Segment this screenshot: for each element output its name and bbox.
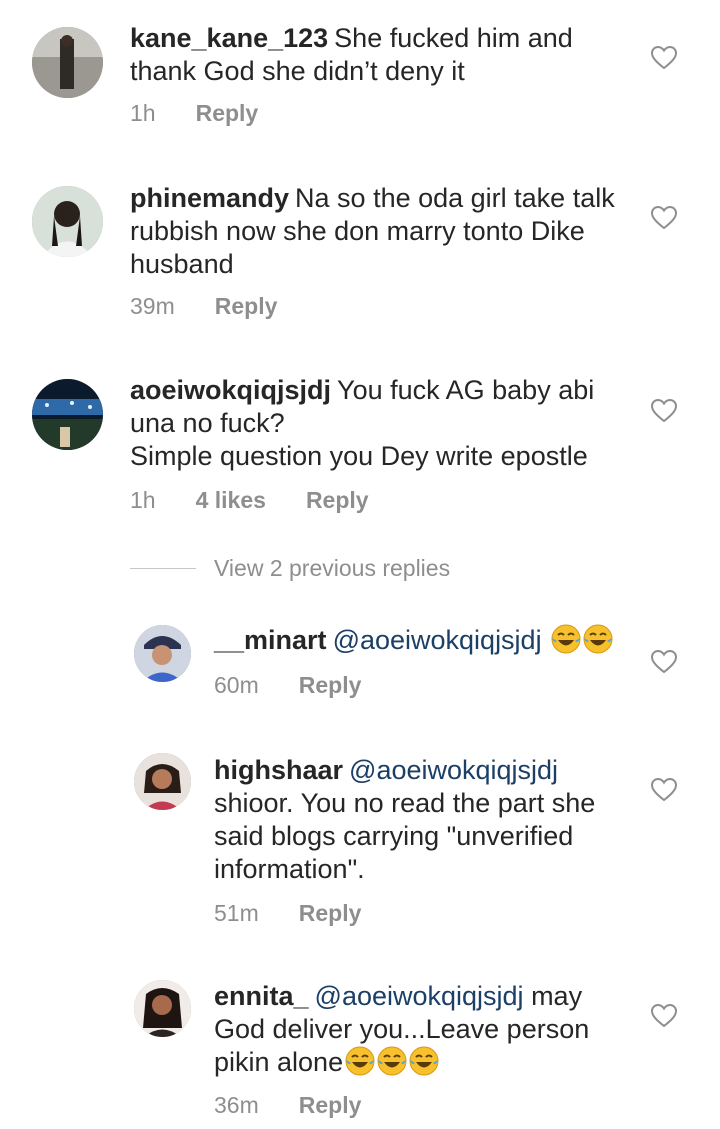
face-with-tears-of-joy-icon bbox=[409, 1046, 439, 1076]
face-with-tears-of-joy-icon bbox=[345, 1046, 375, 1076]
comment-text: kane_kane_123 She fucked him and thank Go… bbox=[130, 22, 610, 88]
comment-time: 1h bbox=[130, 487, 156, 513]
reply-item: ennita_ @aoeiwokqiqjsjdj may God deliver … bbox=[0, 964, 720, 1129]
reply-button[interactable]: Reply bbox=[306, 487, 369, 514]
view-previous-replies-button[interactable]: View 2 previous replies bbox=[130, 555, 450, 582]
reply-item: highshaar @aoeiwokqiqjsjdj shioor. You no… bbox=[0, 740, 720, 940]
reply-button[interactable]: Reply bbox=[215, 293, 278, 320]
comment-body: shioor. You no read the part she said bl… bbox=[214, 788, 596, 884]
likes-count[interactable]: 4 likes bbox=[196, 487, 266, 514]
comment-meta: 36m Reply bbox=[214, 1092, 361, 1119]
mention-link[interactable]: @aoeiwokqiqjsjdj bbox=[333, 625, 542, 655]
comment-body-line2: Simple question you Dey write epostle bbox=[130, 441, 588, 471]
heart-outline-icon[interactable] bbox=[651, 778, 677, 802]
comment-item: phinemandy Na so the oda girl take talk r… bbox=[0, 170, 720, 340]
comment-text: ennita_ @aoeiwokqiqjsjdj may God deliver … bbox=[214, 980, 624, 1079]
reply-button[interactable]: Reply bbox=[196, 100, 259, 127]
reply-button[interactable]: Reply bbox=[299, 672, 362, 699]
divider bbox=[130, 568, 196, 569]
heart-outline-icon[interactable] bbox=[651, 206, 677, 230]
view-previous-replies-label: View 2 previous replies bbox=[214, 555, 451, 581]
reply-button[interactable]: Reply bbox=[299, 1092, 362, 1119]
reply-button[interactable]: Reply bbox=[299, 900, 362, 927]
comment-meta: 51m Reply bbox=[214, 900, 361, 927]
comment-username[interactable]: ennita_ bbox=[214, 981, 309, 1011]
comment-username[interactable]: kane_kane_123 bbox=[130, 23, 328, 53]
comment-text: phinemandy Na so the oda girl take talk r… bbox=[130, 182, 630, 281]
comment-meta: 60m Reply bbox=[214, 672, 361, 699]
avatar[interactable] bbox=[32, 379, 103, 450]
comment-meta: 1h Reply bbox=[130, 100, 258, 127]
heart-outline-icon[interactable] bbox=[651, 1004, 677, 1028]
comment-username[interactable]: phinemandy bbox=[130, 183, 289, 213]
heart-outline-icon[interactable] bbox=[651, 399, 677, 423]
comment-time: 1h bbox=[130, 100, 156, 126]
reply-item: __minart @aoeiwokqiqjsjdj 60m Reply bbox=[0, 610, 720, 720]
face-with-tears-of-joy-icon bbox=[583, 624, 613, 654]
comment-item: aoeiwokqiqjsjdj You fuck AG baby abi una … bbox=[0, 362, 720, 532]
comment-text: __minart @aoeiwokqiqjsjdj bbox=[214, 624, 644, 657]
comment-username[interactable]: highshaar bbox=[214, 755, 343, 785]
avatar[interactable] bbox=[134, 753, 191, 810]
comment-username[interactable]: __minart bbox=[214, 625, 327, 655]
comment-text: aoeiwokqiqjsjdj You fuck AG baby abi una … bbox=[130, 374, 640, 473]
comment-time: 36m bbox=[214, 1092, 259, 1118]
comment-meta: 1h 4 likes Reply bbox=[130, 487, 369, 514]
heart-outline-icon[interactable] bbox=[651, 46, 677, 70]
avatar[interactable] bbox=[134, 625, 191, 682]
avatar[interactable] bbox=[32, 27, 103, 98]
comment-time: 39m bbox=[130, 293, 175, 319]
comment-username[interactable]: aoeiwokqiqjsjdj bbox=[130, 375, 331, 405]
comment-meta: 39m Reply bbox=[130, 293, 277, 320]
mention-link[interactable]: @aoeiwokqiqjsjdj bbox=[315, 981, 524, 1011]
avatar[interactable] bbox=[134, 980, 191, 1037]
face-with-tears-of-joy-icon bbox=[377, 1046, 407, 1076]
face-with-tears-of-joy-icon bbox=[551, 624, 581, 654]
comment-item: kane_kane_123 She fucked him and thank Go… bbox=[0, 0, 720, 150]
avatar[interactable] bbox=[32, 186, 103, 257]
comment-time: 60m bbox=[214, 672, 259, 698]
mention-link[interactable]: @aoeiwokqiqjsjdj bbox=[349, 755, 558, 785]
heart-outline-icon[interactable] bbox=[651, 650, 677, 674]
comment-text: highshaar @aoeiwokqiqjsjdj shioor. You no… bbox=[214, 754, 634, 886]
comment-time: 51m bbox=[214, 900, 259, 926]
